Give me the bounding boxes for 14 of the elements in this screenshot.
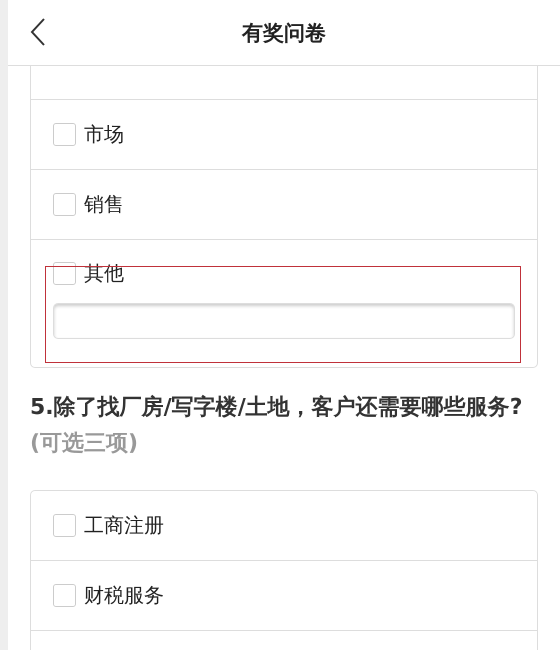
checkbox[interactable] [53,514,76,537]
checkbox[interactable] [53,262,76,285]
question-hint: (可选三项) [30,431,138,456]
checkbox[interactable] [53,584,76,607]
page-title: 有奖问卷 [242,20,326,46]
checkbox[interactable] [53,193,76,216]
checkbox[interactable] [53,123,76,146]
option-label[interactable]: 市场 [84,121,124,148]
option-label[interactable]: 销售 [84,191,124,218]
back-icon[interactable] [30,18,46,46]
option-label[interactable]: 工商注册 [84,512,164,539]
question-text: 5.除了找厂房/写字楼/土地，客户还需要哪些服务? (可选三项) [30,394,524,458]
input-field[interactable] [53,303,515,339]
option-label[interactable]: 财税服务 [84,582,164,609]
